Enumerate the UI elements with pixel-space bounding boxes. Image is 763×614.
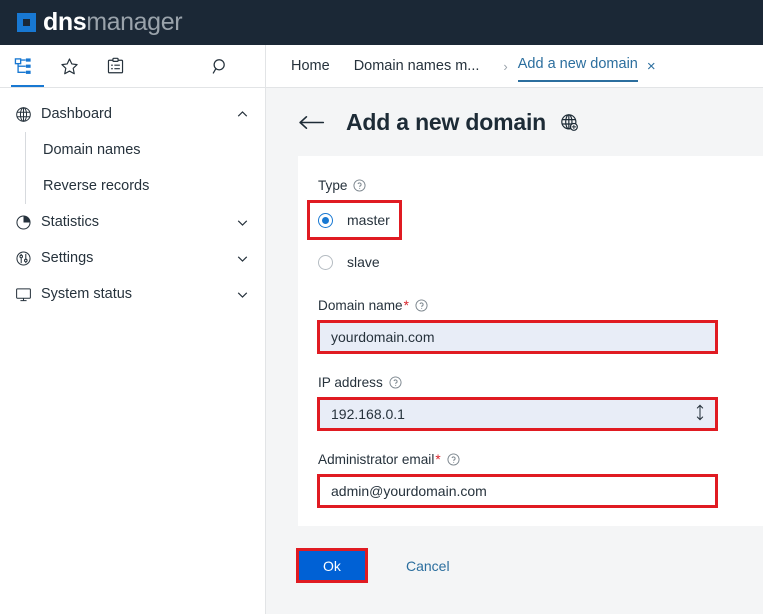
dashboard-globe-icon [15, 106, 41, 123]
domain-name-label: Domain name [318, 298, 403, 313]
sidebar-item-label: Dashboard [41, 106, 112, 122]
breadcrumb-item-home[interactable]: Home [291, 58, 330, 74]
globe-icon[interactable] [560, 113, 579, 132]
chevron-down-icon[interactable] [235, 252, 249, 265]
sitemap-icon[interactable] [0, 45, 46, 88]
sidebar-item-dashboard[interactable]: Dashboard [0, 96, 265, 132]
admin-email-label: Administrator email [318, 452, 435, 467]
ip-address-label: IP address [318, 375, 383, 390]
page-header: Add a new domain [266, 88, 763, 156]
ip-address-input[interactable]: 192.168.0.1 [320, 400, 715, 428]
ok-button[interactable]: Ok [299, 551, 365, 580]
breadcrumb: Home Domain names m... › Add a new domai… [266, 45, 763, 87]
sidebar-item-system-status[interactable]: System status [0, 276, 265, 312]
breadcrumb-separator-icon: › [503, 58, 508, 74]
chevron-up-icon[interactable] [235, 108, 249, 121]
sidebar-item-settings[interactable]: Settings [0, 240, 265, 276]
main-area: Dashboard Domain names Reverse records S… [0, 88, 763, 614]
radio-option-slave[interactable]: slave [318, 249, 763, 275]
close-icon[interactable]: × [647, 59, 656, 74]
type-label-row: Type [318, 178, 763, 193]
toolbar-icons [0, 45, 266, 87]
radio-master-label: master [347, 212, 390, 228]
content-area: Add a new domain Type master slave Domai… [266, 88, 763, 614]
search-icon[interactable] [197, 45, 243, 88]
brand-logo-text: dnsmanager [43, 8, 183, 36]
required-mark: * [403, 298, 409, 313]
sidebar: Dashboard Domain names Reverse records S… [0, 88, 266, 614]
sidebar-item-label: Settings [41, 250, 94, 266]
ip-address-label-row: IP address [318, 375, 763, 390]
breadcrumb-item-active[interactable]: Add a new domain [517, 56, 638, 82]
radio-master-icon[interactable] [318, 212, 333, 228]
back-arrow-icon[interactable] [298, 114, 325, 131]
sidebar-item-reverse-records[interactable]: Reverse records [26, 168, 265, 204]
radio-option-master[interactable]: master [318, 207, 399, 233]
page-title: Add a new domain [346, 108, 546, 135]
sliders-icon [15, 250, 41, 267]
pie-chart-icon [15, 214, 41, 231]
cancel-button[interactable]: Cancel [400, 557, 456, 575]
admin-email-label-row: Administrator email * [318, 452, 763, 467]
toolbar-breadcrumb-row: Home Domain names m... › Add a new domai… [0, 45, 763, 88]
sidebar-item-label: System status [41, 286, 133, 302]
domain-name-highlight: yourdomain.com [317, 320, 718, 354]
radio-slave-label: slave [347, 254, 380, 270]
sidebar-item-statistics[interactable]: Statistics [0, 204, 265, 240]
chevron-down-icon[interactable] [235, 288, 249, 301]
clipboard-icon[interactable] [92, 45, 138, 88]
sidebar-item-label: Statistics [41, 214, 100, 230]
add-domain-form: Type master slave Domain name * yourdoma… [298, 156, 763, 526]
master-option-highlight: master [307, 200, 402, 240]
form-actions: Ok Cancel [266, 526, 763, 583]
ok-button-highlight: Ok [296, 548, 368, 583]
square-logo-icon [17, 13, 36, 32]
help-icon[interactable] [353, 179, 367, 192]
ip-address-value: 192.168.0.1 [331, 406, 405, 422]
help-icon[interactable] [447, 453, 460, 466]
ip-address-highlight: 192.168.0.1 [317, 397, 718, 431]
help-icon[interactable] [389, 376, 402, 389]
monitor-icon [15, 286, 41, 303]
required-mark: * [435, 452, 441, 467]
admin-email-highlight: admin@yourdomain.com [317, 474, 718, 508]
help-icon[interactable] [415, 299, 428, 312]
chevron-down-icon[interactable] [235, 216, 249, 229]
radio-slave-icon[interactable] [318, 254, 333, 270]
sidebar-item-domain-names[interactable]: Domain names [26, 132, 265, 168]
star-icon[interactable] [46, 45, 92, 88]
domain-name-label-row: Domain name * [318, 298, 763, 313]
admin-email-input[interactable]: admin@yourdomain.com [320, 477, 715, 505]
sidebar-subnav: Domain names Reverse records [25, 132, 265, 204]
type-label: Type [318, 178, 348, 193]
brand-name-light: manager [86, 8, 183, 36]
domain-name-value: yourdomain.com [331, 329, 435, 345]
brand-name-bold: dns [43, 8, 87, 36]
admin-email-value: admin@yourdomain.com [331, 483, 487, 499]
breadcrumb-item-domain-names[interactable]: Domain names m... [354, 58, 480, 74]
app-header: dnsmanager [0, 0, 763, 45]
domain-name-input[interactable]: yourdomain.com [320, 323, 715, 351]
up-down-arrow-icon[interactable] [694, 404, 706, 424]
